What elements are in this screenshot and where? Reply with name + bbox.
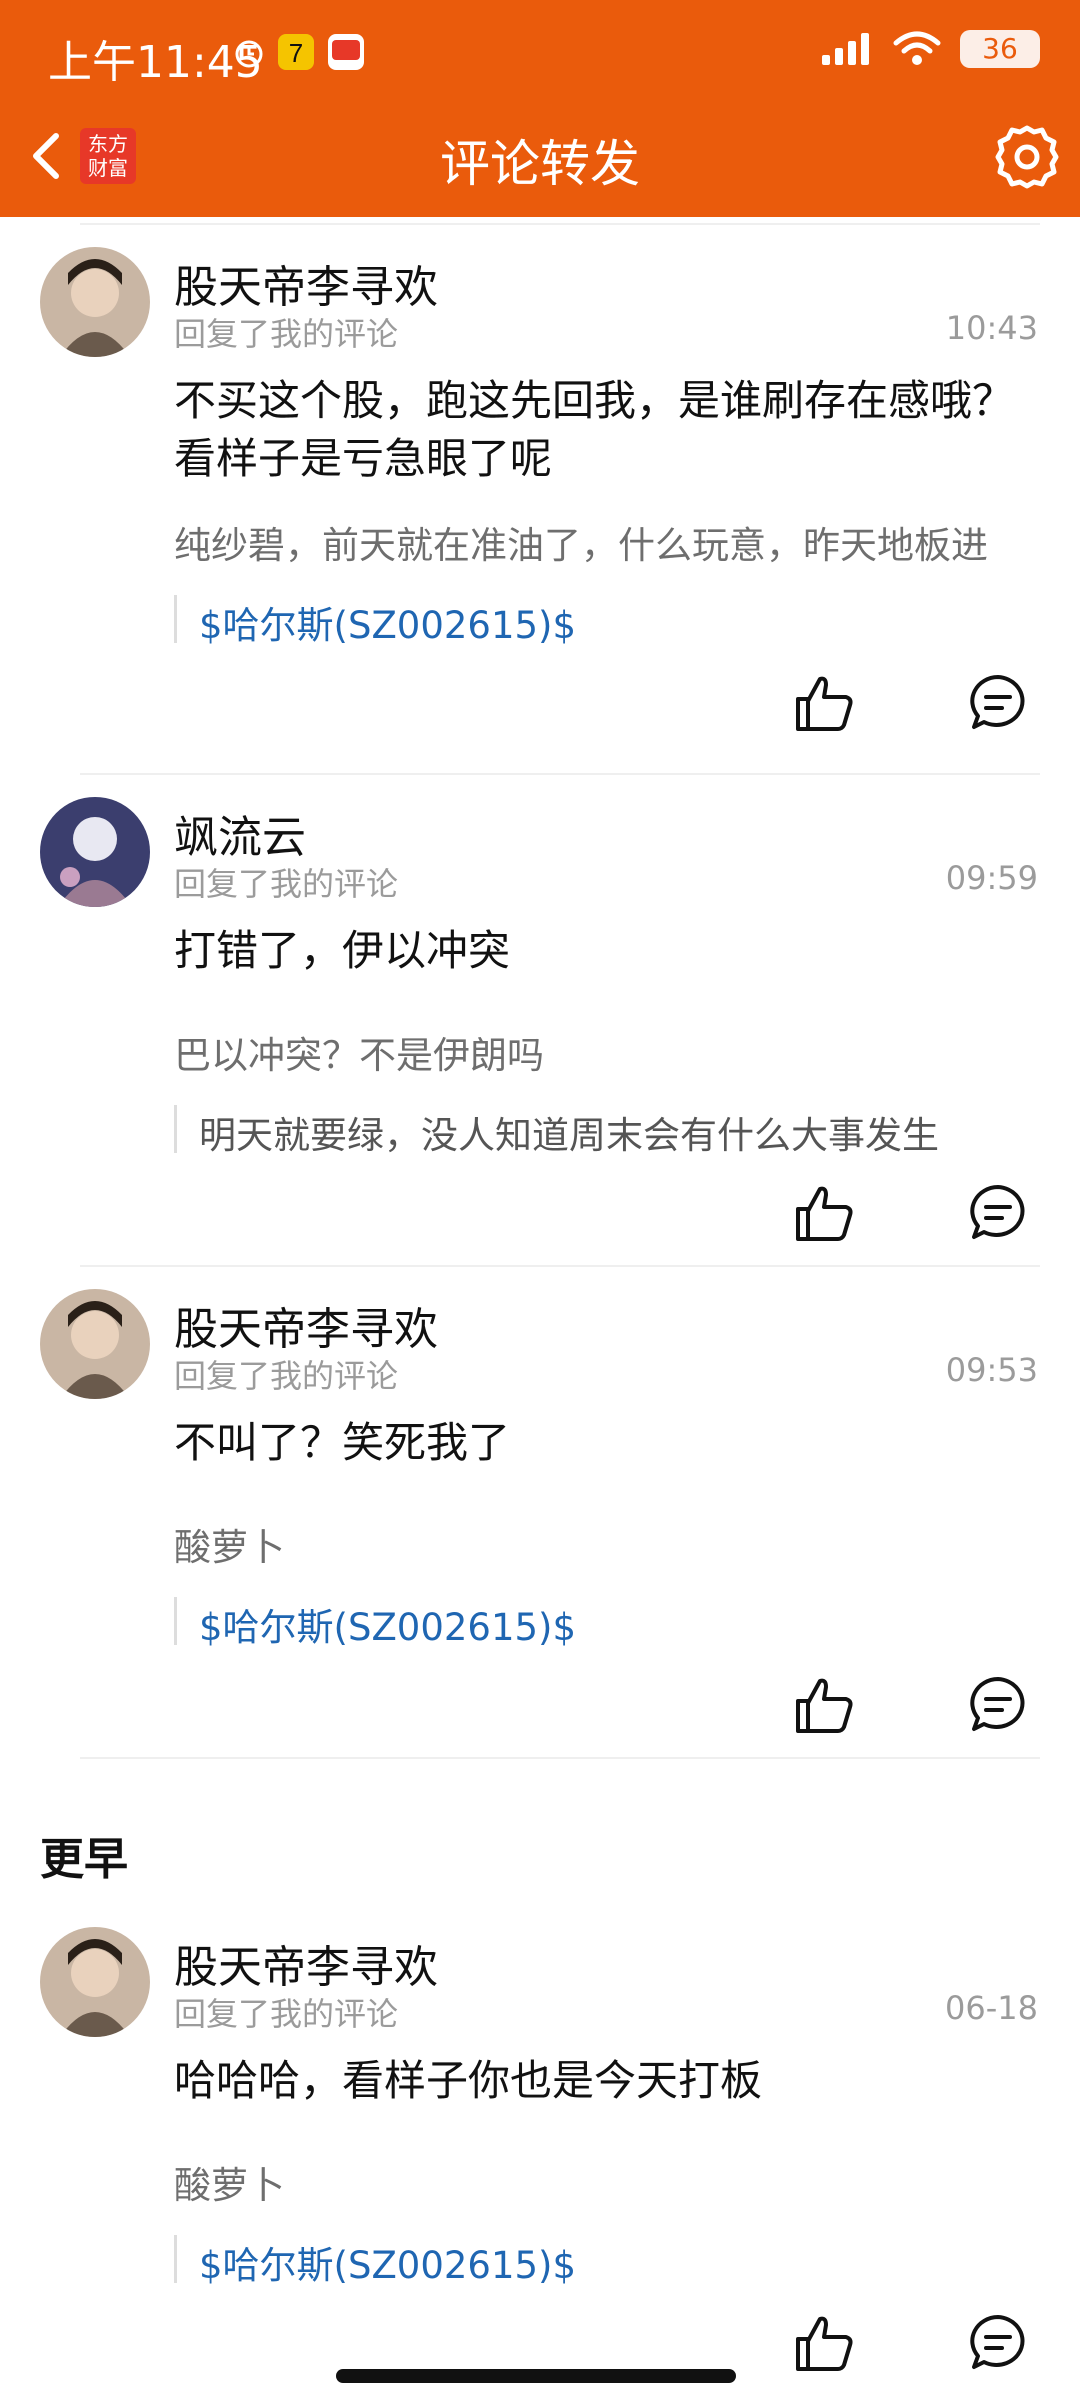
avatar[interactable]: [40, 1289, 150, 1399]
section-header-earlier: 更早: [40, 1834, 128, 1885]
timestamp: 10:43: [945, 309, 1038, 347]
comment-icon[interactable]: [966, 2311, 1030, 2375]
divider: [80, 1757, 1040, 1759]
app-header: 上午11:45 7 36 东方 财富 评论转发: [0, 0, 1080, 217]
alarm-icon: [235, 40, 263, 68]
nav-bar: 东方 财富 评论转发: [0, 100, 1080, 217]
original-comment[interactable]: 纯纱碧，前天就在准油了，什么玩意，昨天地板进: [174, 515, 1038, 569]
stock-link[interactable]: $哈尔斯(SZ002615)$: [174, 595, 576, 647]
avatar[interactable]: [40, 797, 150, 907]
action-text: 回复了我的评论: [174, 315, 399, 353]
stock-link[interactable]: $哈尔斯(SZ002615)$: [174, 1597, 576, 1649]
status-time: 上午11:45: [48, 37, 263, 88]
signal-icon: [822, 33, 869, 65]
reply-text[interactable]: 打错了，伊以冲突: [174, 922, 1034, 980]
divider: [80, 773, 1040, 775]
app-notification-icon: 7: [278, 34, 314, 70]
action-text: 回复了我的评论: [174, 865, 399, 903]
original-comment[interactable]: 酸萝卜: [174, 2155, 1038, 2209]
thumbs-up-icon[interactable]: [792, 2311, 856, 2375]
user-name[interactable]: 股天帝李寻欢: [174, 251, 438, 315]
avatar[interactable]: [40, 1927, 150, 2037]
original-comment[interactable]: 巴以冲突？不是伊朗吗: [174, 1025, 1038, 1079]
user-name[interactable]: 股天帝李寻欢: [174, 1931, 438, 1995]
divider: [80, 223, 1040, 225]
status-system-icons: 36: [820, 30, 1040, 68]
stock-link[interactable]: $哈尔斯(SZ002615)$: [174, 2235, 576, 2287]
quoted-comment[interactable]: 明天就要绿，没人知道周末会有什么大事发生: [174, 1105, 939, 1157]
status-notification-icons: 7: [232, 32, 366, 72]
reply-text[interactable]: 不买这个股，跑这先回我，是谁刷存在感哦？看样子是亏急眼了呢: [174, 372, 1034, 488]
thumbs-up-icon[interactable]: [792, 671, 856, 735]
action-text: 回复了我的评论: [174, 1357, 399, 1395]
page-title: 评论转发: [440, 135, 640, 193]
wifi-icon: [893, 31, 941, 65]
reply-text[interactable]: 不叫了？笑死我了: [174, 1414, 1034, 1472]
comment-icon[interactable]: [966, 671, 1030, 735]
thumbs-up-icon[interactable]: [792, 1181, 856, 1245]
thumbs-up-icon[interactable]: [792, 1673, 856, 1737]
home-indicator[interactable]: [336, 2369, 736, 2383]
avatar[interactable]: [40, 247, 150, 357]
svg-text:7: 7: [289, 38, 303, 68]
settings-gear-icon[interactable]: [992, 122, 1062, 192]
status-bar: 上午11:45 7 36: [0, 0, 1080, 100]
comment-icon[interactable]: [966, 1673, 1030, 1737]
divider: [80, 1265, 1040, 1267]
reply-text[interactable]: 哈哈哈，看样子你也是今天打板: [174, 2052, 1034, 2110]
user-name[interactable]: 股天帝李寻欢: [174, 1293, 438, 1357]
original-comment[interactable]: 酸萝卜: [174, 1517, 1038, 1571]
news-app-notification-icon: [328, 34, 364, 70]
action-text: 回复了我的评论: [174, 1995, 399, 2033]
timestamp: 06-18: [945, 1989, 1038, 2027]
user-name[interactable]: 飒流云: [174, 801, 306, 865]
battery-indicator: 36: [960, 30, 1040, 68]
comment-icon[interactable]: [966, 1181, 1030, 1245]
timestamp: 09:59: [945, 859, 1038, 897]
timestamp: 09:53: [945, 1351, 1038, 1389]
